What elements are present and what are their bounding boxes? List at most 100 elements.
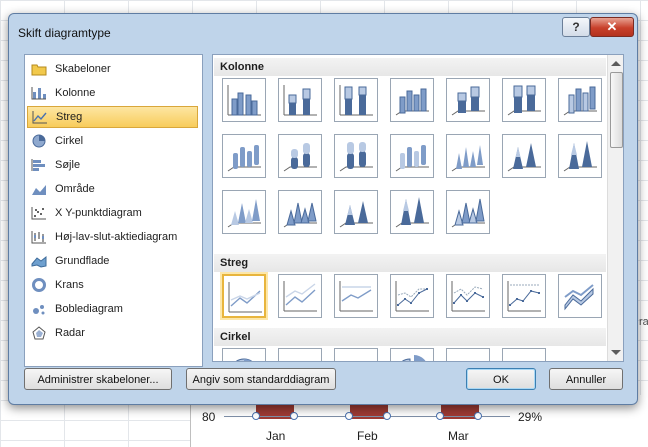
type-item-omraade[interactable]: Område [27,178,198,200]
3d-cylinder-icon [395,145,429,172]
help-button[interactable]: ? [562,17,590,37]
subtype-3d-clustered-column[interactable] [390,78,434,122]
type-item-radar[interactable]: Radar [27,322,198,344]
set-default-chart-button[interactable]: Angiv som standarddiagram [186,368,336,390]
doughnut-chart-icon [32,278,46,292]
subtype-pie[interactable] [222,348,266,361]
cylinder-icon [227,145,261,172]
stacked-cone-icon [507,143,541,172]
subtype-stacked-line-markers[interactable] [446,274,490,318]
subtype-clustered-column[interactable] [222,78,266,122]
subtype-100-stacked-column[interactable] [334,78,378,122]
stacked-line-markers-icon [451,281,485,312]
3d-exploded-pie-icon [449,351,487,362]
subtype-stacked-pyramid[interactable] [334,190,378,234]
type-item-sojle[interactable]: Søjle [27,154,198,176]
subtype-line-with-markers[interactable] [390,274,434,318]
manage-templates-button[interactable]: Administrer skabeloner... [24,368,172,390]
subtype-100-stacked-cylinder[interactable] [334,134,378,178]
subtype-3d-100-stacked-column[interactable] [502,78,546,122]
type-item-xy[interactable]: X Y-punktdiagram [27,202,198,224]
type-label: Boblediagram [55,303,123,315]
chart-point [436,412,444,420]
subtype-100-stacked-line-markers[interactable] [502,274,546,318]
type-item-kolonne[interactable]: Kolonne [27,82,198,104]
type-label: Cirkel [55,135,84,147]
type-item-krans[interactable]: Krans [27,274,198,296]
type-item-streg[interactable]: Streg [27,106,198,128]
type-label: Søjle [55,159,81,171]
subtype-bar-of-pie[interactable] [502,348,546,362]
subtype-3d-cylinder[interactable] [390,134,434,178]
subtype-stacked-cone[interactable] [502,134,546,178]
chart-type-list: Skabeloner Kolonne Streg Cirkel Søjle Om… [24,54,203,367]
percent-stacked-pyramid-icon [395,197,429,228]
line-chart-icon [32,111,47,124]
line-icon [228,282,262,313]
3d-percent-stacked-column-icon [507,85,541,116]
stacked-pyramid-icon [339,201,373,228]
subtype-3d-stacked-column[interactable] [446,78,490,122]
chart-series-line [224,416,510,417]
subtype-3d-pyramid[interactable] [446,190,490,234]
bar-chart-icon [31,159,45,171]
subtype-stacked-column[interactable] [278,78,322,122]
subtype-exploded-pie[interactable] [390,348,434,361]
percent-stacked-column-icon [339,85,373,116]
stock-chart-icon [31,231,46,244]
subtype-3d-column[interactable] [558,78,602,122]
cone-icon [451,145,485,172]
subtype-100-stacked-pyramid[interactable] [390,190,434,234]
subtype-line[interactable] [222,274,266,318]
scroll-down-arrow-icon[interactable] [611,350,621,355]
type-label: Grundflade [55,255,110,267]
stacked-line-icon [283,281,317,312]
section-heading-kolonne: Kolonne [214,58,606,76]
subtype-3d-pie[interactable] [278,348,322,361]
chart-point [383,412,391,420]
pie-of-pie-icon [337,351,375,362]
type-item-skabeloner[interactable]: Skabeloner [27,58,198,80]
chart-subtype-gallery: Kolonne Streg Cirkel [212,54,624,362]
type-item-cirkel[interactable]: Cirkel [27,130,198,152]
type-item-boble[interactable]: Boblediagram [27,298,198,320]
chart-point [290,412,298,420]
change-chart-type-dialog: Skift diagramtype ? ✕ Skabeloner Kolonne… [8,13,638,405]
close-button[interactable]: ✕ [590,17,634,37]
chart-point [345,412,353,420]
gallery-scrollbar[interactable] [607,55,623,361]
subtype-100-stacked-line[interactable] [334,274,378,318]
subtype-stacked-line[interactable] [278,274,322,318]
scroll-up-arrow-icon[interactable] [611,61,621,66]
scatter-chart-icon [31,207,46,220]
subtype-3d-cone[interactable] [222,190,266,234]
scrollbar-thumb[interactable] [610,72,623,148]
subtype-clustered-pyramid[interactable] [278,190,322,234]
3d-cone-icon [227,199,261,228]
subtype-clustered-cylinder[interactable] [222,134,266,178]
ok-button[interactable]: OK [466,368,536,390]
subtype-100-stacked-cone[interactable] [558,134,602,178]
percent-stacked-cylinder-icon [339,142,373,172]
pie-icon [235,358,253,361]
clustered-column-icon [227,85,261,116]
type-item-grundflade[interactable]: Grundflade [27,250,198,272]
column-chart-icon [31,87,46,100]
cancel-button[interactable]: Annuller [549,368,623,390]
type-label: Høj-lav-slut-aktiediagram [55,231,178,243]
stacked-column-icon [283,85,317,116]
chart-point [474,412,482,420]
subtype-stacked-cylinder[interactable] [278,134,322,178]
subtype-3d-exploded-pie[interactable] [446,348,490,362]
surface-chart-icon [31,255,47,268]
type-label: X Y-punktdiagram [55,207,142,219]
type-label: Område [55,183,95,195]
subtype-clustered-cone[interactable] [446,134,490,178]
type-item-stock[interactable]: Høj-lav-slut-aktiediagram [27,226,198,248]
subtype-pie-of-pie[interactable] [334,348,378,362]
chart-point [252,412,260,420]
bar-of-pie-icon [505,351,543,362]
folder-icon [31,64,47,76]
subtype-3d-line[interactable] [558,274,602,318]
radar-chart-icon [32,326,46,340]
